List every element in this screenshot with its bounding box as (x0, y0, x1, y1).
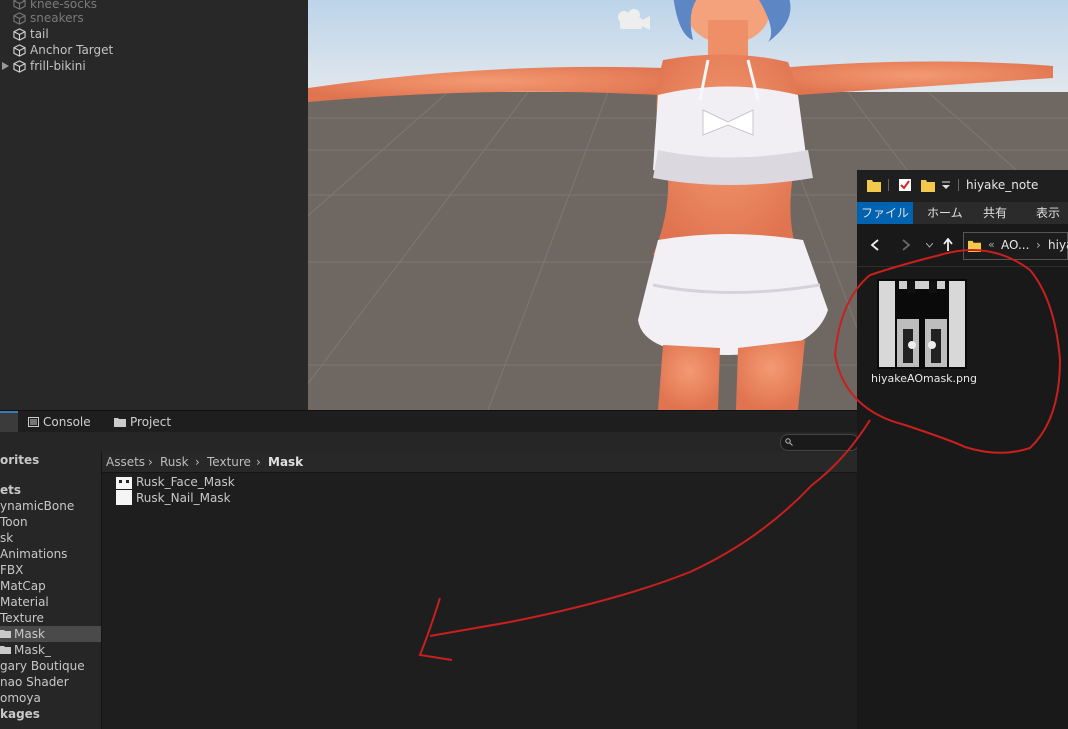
folder-icon (968, 240, 981, 252)
project-search-input[interactable] (780, 434, 859, 451)
texture-thumbnail-icon (116, 490, 132, 505)
asset-item-label: Rusk_Nail_Mask (136, 491, 231, 505)
file-item-hiyakeaomask[interactable]: hiyakeAOmask.png (870, 275, 978, 405)
tree-item-sugary-boutique[interactable]: gary Boutique (0, 658, 101, 674)
breadcrumb-separator: › (195, 455, 200, 469)
breadcrumb-separator: › (148, 455, 153, 469)
gameobject-cube-icon (13, 44, 26, 57)
breadcrumb: Assets › Rusk › Texture › Mask (102, 452, 857, 473)
tree-item-dynamicbone[interactable]: ynamicBone (0, 498, 101, 514)
ribbon-tab-home[interactable]: ホーム (927, 202, 963, 224)
tree-item-label: MatCap (0, 579, 46, 593)
tree-item-mask[interactable]: Mask (0, 626, 101, 642)
breadcrumb-item-mask[interactable]: Mask (268, 452, 303, 472)
back-arrow-icon[interactable] (870, 239, 880, 251)
file-name-label: hiyakeAOmask.png (870, 372, 977, 385)
ribbon-tab-label: ファイル (860, 206, 909, 220)
bottom-tab-bar: Console Project (0, 410, 857, 433)
console-icon (28, 417, 39, 427)
tree-item-label: FBX (0, 563, 24, 577)
ribbon-tab-label: 表示 (1036, 206, 1061, 220)
path-overflow-chevron[interactable]: « (988, 238, 995, 251)
path-separator: › (1036, 238, 1041, 252)
ribbon-tab-view[interactable]: 表示 (1036, 202, 1060, 224)
address-path-field[interactable]: « AO... › hiya (963, 232, 1068, 260)
breadcrumb-item-texture[interactable]: Texture (207, 452, 251, 472)
gameobject-cube-icon (13, 28, 26, 41)
explorer-title-bar: hiyake_note (857, 170, 1068, 202)
gameobject-cube-icon (13, 0, 26, 10)
search-icon (785, 438, 793, 446)
separator (958, 179, 959, 191)
tree-item-label: nao Shader (0, 675, 69, 689)
tree-item-label: sk (0, 531, 14, 545)
tree-item-label: Mask (14, 627, 45, 641)
tree-item-animations[interactable]: Animations (0, 546, 101, 562)
folder-icon (867, 180, 881, 192)
texture-thumbnail-icon (116, 474, 132, 489)
up-arrow-icon[interactable] (943, 238, 953, 252)
hierarchy-item-label: Anchor Target (30, 43, 114, 57)
tab-console-label: Console (43, 415, 91, 429)
forward-arrow-icon[interactable] (901, 239, 911, 251)
tree-item-label: omoya (0, 691, 41, 705)
image-thumbnail (877, 279, 967, 369)
tree-item-label: orites (0, 453, 40, 467)
path-segment-hiyake[interactable]: hiya (1048, 238, 1068, 252)
ribbon-tab-label: 共有 (983, 206, 1008, 220)
gameobject-cube-icon (13, 60, 26, 73)
tree-item-material[interactable]: Material (0, 594, 101, 610)
tree-item-label: Toon (0, 515, 28, 529)
tree-item-rusk[interactable]: sk (0, 530, 101, 546)
project-folder-tree: orites ets ynamicBone Toon sk Animations… (0, 452, 101, 729)
asset-item-label: Rusk_Face_Mask (136, 475, 235, 489)
breadcrumb-item-assets[interactable]: Assets (106, 452, 145, 472)
hierarchy-item-label: sneakers (30, 11, 84, 25)
tree-item-assets[interactable]: ets (0, 482, 101, 498)
ribbon-tab-label: ホーム (927, 206, 963, 220)
tree-item-favorites[interactable]: orites (0, 452, 101, 468)
recent-locations-chevron-icon[interactable] (926, 243, 933, 248)
explorer-window-title: hiyake_note (966, 178, 1039, 192)
breadcrumb-item-rusk[interactable]: Rusk (160, 452, 189, 472)
tree-item-omoya[interactable]: omoya (0, 690, 101, 706)
properties-check-icon[interactable] (898, 178, 912, 192)
hierarchy-item-label: tail (30, 27, 49, 41)
tree-item-label: ets (0, 483, 22, 497)
quick-access-dropdown-icon[interactable] (941, 181, 951, 190)
tree-item-toon[interactable]: Toon (0, 514, 101, 530)
ribbon-tab-file[interactable]: ファイル (857, 202, 913, 224)
tree-item-packages[interactable]: kages (0, 706, 101, 722)
tree-item-matcap[interactable]: MatCap (0, 578, 101, 594)
path-segment-ao[interactable]: AO... (1001, 238, 1029, 252)
separator (888, 179, 889, 191)
hierarchy-item-label: frill-bikini (30, 59, 86, 73)
tab-project-label: Project (130, 415, 172, 429)
gameobject-cube-icon (13, 12, 26, 25)
tree-item-label: Texture (0, 611, 44, 625)
folder-icon (114, 418, 126, 427)
tree-item-mask-underscore[interactable]: Mask_ (0, 642, 101, 658)
folder-icon (0, 646, 11, 654)
tree-item-label: gary Boutique (0, 659, 85, 673)
tree-item-label: ynamicBone (0, 499, 75, 513)
hierarchy-panel: knee-socks sneakers tail Anchor Target f… (0, 0, 308, 410)
tree-item-label: Material (0, 595, 49, 609)
tree-item-lilnao-shader[interactable]: nao Shader (0, 674, 101, 690)
expand-arrow-icon[interactable] (2, 62, 9, 70)
project-toolbar (0, 432, 857, 452)
tree-item-texture[interactable]: Texture (0, 610, 101, 626)
tab-hierarchy-partial[interactable] (0, 411, 18, 433)
camera-gizmo-icon[interactable] (614, 6, 654, 32)
tree-item-label: kages (0, 707, 40, 721)
folder-icon (0, 630, 11, 638)
tree-item-label: Mask_ (14, 643, 51, 657)
breadcrumb-separator: › (256, 455, 261, 469)
ribbon-tab-share[interactable]: 共有 (983, 202, 1007, 224)
new-folder-icon[interactable] (921, 178, 935, 192)
tree-item-label: Animations (0, 547, 68, 561)
tree-item-fbx[interactable]: FBX (0, 562, 101, 578)
